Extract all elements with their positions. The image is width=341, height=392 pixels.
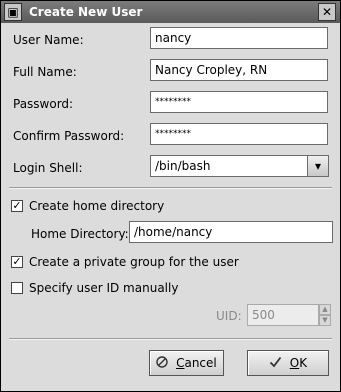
ok-label: K: [299, 356, 308, 370]
confirm-password-field[interactable]: ********: [150, 123, 328, 145]
close-icon[interactable]: ✕: [318, 3, 336, 21]
create-home-checkbox[interactable]: ✓: [11, 200, 23, 212]
create-home-label[interactable]: Create home directory: [29, 199, 164, 213]
confirm-password-label: Confirm Password:: [13, 129, 125, 143]
uid-label: UID:: [216, 309, 242, 323]
login-shell-combo[interactable]: /bin/bash: [150, 155, 308, 177]
window-menu-icon[interactable]: ▣: [4, 3, 22, 21]
ok-check-icon: [269, 356, 286, 370]
private-group-checkbox[interactable]: ✓: [11, 256, 23, 268]
separator-bottom: [9, 338, 332, 340]
login-shell-label: Login Shell:: [13, 161, 83, 175]
title-bar[interactable]: ▣ Create New User ✕: [1, 1, 340, 23]
ok-mnemonic: O: [289, 356, 300, 370]
spin-up-icon[interactable]: ▲: [319, 304, 331, 315]
specify-uid-checkbox[interactable]: [11, 282, 23, 294]
cancel-button[interactable]: Cancel: [149, 350, 224, 376]
full-name-label: Full Name:: [13, 65, 77, 79]
ok-button[interactable]: OK: [247, 350, 329, 376]
home-directory-label: Home Directory:: [31, 227, 129, 241]
create-user-dialog: ▣ Create New User ✕ User Name: nancy Ful…: [0, 0, 341, 392]
password-label: Password:: [13, 97, 74, 111]
private-group-label[interactable]: Create a private group for the user: [29, 255, 239, 269]
spin-down-icon[interactable]: ▼: [319, 315, 331, 326]
password-field[interactable]: ********: [150, 91, 328, 113]
cancel-icon: [156, 356, 172, 370]
window-title: Create New User: [29, 5, 143, 19]
specify-uid-label[interactable]: Specify user ID manually: [29, 281, 178, 295]
home-directory-field[interactable]: /home/nancy: [129, 221, 333, 243]
user-name-label: User Name:: [13, 33, 84, 47]
chevron-down-icon[interactable]: ▾: [307, 155, 329, 177]
uid-spin-field[interactable]: 500: [247, 304, 319, 326]
cancel-label: ancel: [184, 356, 217, 370]
separator-top: [9, 187, 332, 189]
user-name-field[interactable]: nancy: [150, 27, 328, 49]
full-name-field[interactable]: Nancy Cropley, RN: [150, 59, 328, 81]
